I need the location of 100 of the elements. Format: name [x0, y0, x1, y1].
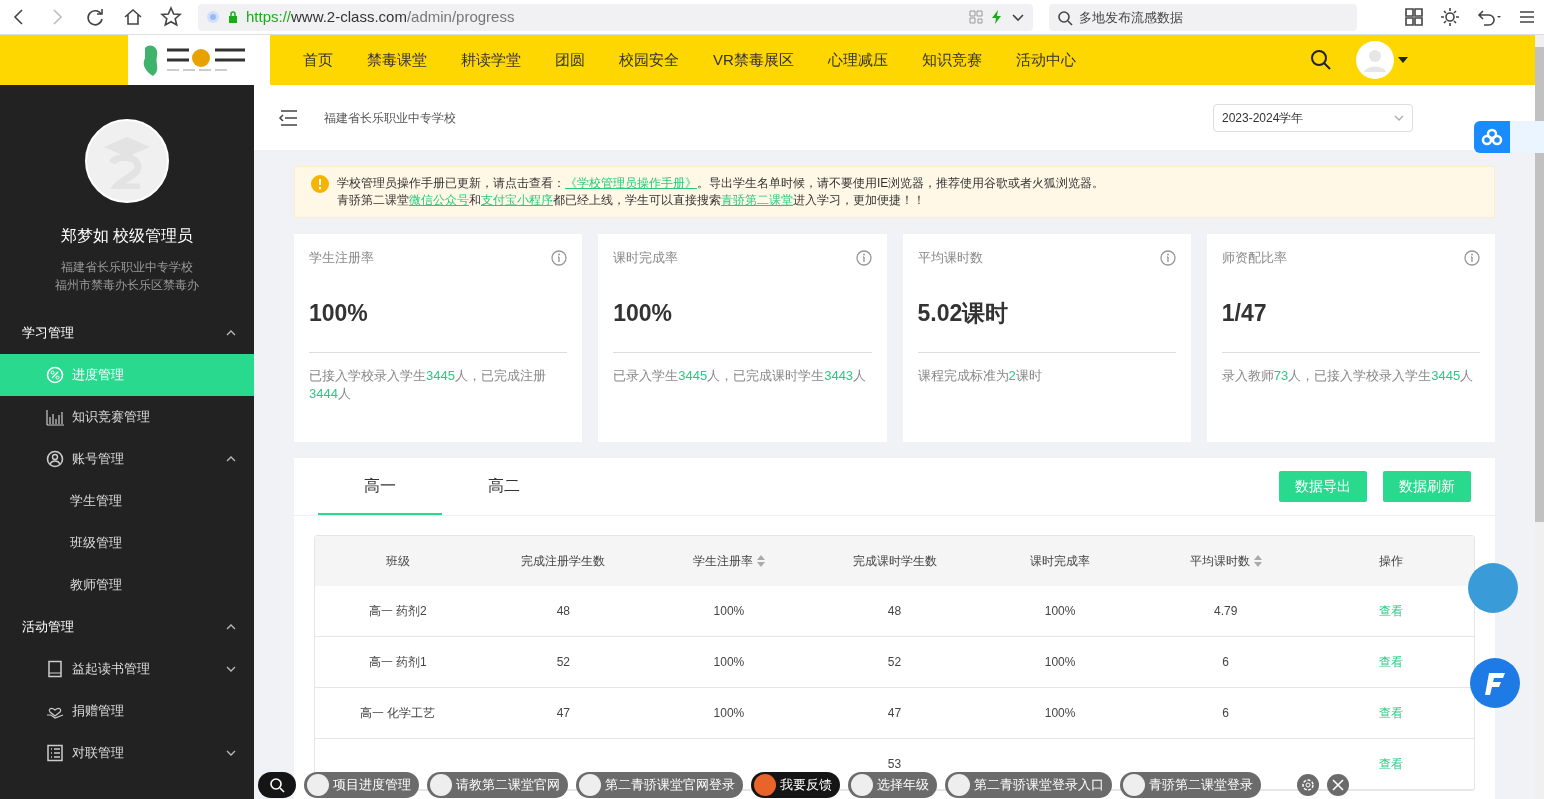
shortcut-chip[interactable]: 我要反馈: [751, 772, 840, 798]
grade-tab[interactable]: 高一: [318, 458, 442, 515]
menu-item[interactable]: 益起读书管理: [0, 648, 254, 690]
site-logo[interactable]: [128, 35, 270, 85]
menu-item[interactable]: 对联管理: [0, 732, 254, 774]
table-cell: 52: [887, 655, 902, 669]
profile-name: 郑梦如 校级管理员: [60, 226, 194, 246]
search-icon[interactable]: [1310, 49, 1332, 71]
nav-link[interactable]: 首页: [286, 48, 350, 72]
chevron-down-icon: [1394, 114, 1404, 121]
site-icon: [206, 10, 220, 24]
profile-detail: 福州市禁毒办长乐区禁毒办: [55, 277, 199, 294]
thumbnail-icon: [307, 774, 329, 796]
table-cell: 100%: [713, 655, 745, 669]
table-cell: 47: [887, 706, 902, 720]
user-circle-icon: [46, 450, 64, 468]
info-icon[interactable]: [551, 249, 568, 266]
thumbnail-icon: [579, 774, 601, 796]
menu-section[interactable]: 活动管理: [0, 606, 254, 648]
menu-item[interactable]: 知识竞赛管理: [0, 396, 254, 438]
caret-icon[interactable]: [1398, 57, 1408, 63]
column-header: 学生注册率: [692, 553, 753, 570]
grid-icon[interactable]: [1404, 7, 1424, 27]
table-cell: 高一 药剂1: [368, 655, 427, 669]
table-cell: 100%: [1044, 604, 1076, 618]
support-avatar[interactable]: [1468, 563, 1518, 613]
column-header: 完成注册学生数: [521, 553, 606, 570]
table-cell: 100%: [1044, 706, 1076, 720]
table-cell: 6: [1222, 706, 1229, 720]
table-cell: 52: [556, 655, 571, 669]
menu-icon[interactable]: [1518, 8, 1536, 26]
close-icon: [1332, 779, 1344, 791]
home-icon[interactable]: [122, 6, 144, 28]
column-header: 操作: [1379, 553, 1404, 570]
stat-title: 课时完成率: [613, 249, 679, 267]
url-text: https://www.2-class.com/admin/progress: [246, 6, 515, 27]
menu-item[interactable]: 账号管理: [0, 438, 254, 480]
lightning-icon[interactable]: [991, 10, 1003, 24]
menu-section[interactable]: 学习管理: [0, 312, 254, 354]
undo-icon[interactable]: [1476, 7, 1502, 27]
star-icon[interactable]: [160, 6, 182, 28]
year-select[interactable]: 2023-2024学年: [1213, 103, 1413, 132]
list-icon: [46, 744, 64, 762]
column-header: 课时完成率: [1030, 553, 1091, 570]
stat-value: 5.02课时: [917, 298, 1010, 328]
shortcut-chip[interactable]: 项目进度管理: [304, 772, 419, 798]
grade-tab[interactable]: 高二: [442, 458, 566, 515]
collapse-menu-icon[interactable]: [278, 109, 298, 126]
menu-item[interactable]: 班级管理: [0, 522, 254, 564]
nav-link[interactable]: VR禁毒展区: [696, 48, 811, 72]
table-cell: 6: [1222, 655, 1229, 669]
percent-circle-icon: [46, 366, 64, 384]
thumbnail-icon: [851, 774, 873, 796]
stat-value: 1/47: [1221, 298, 1268, 328]
table-cell: 48: [887, 604, 902, 618]
nav-link[interactable]: 团圆: [538, 48, 602, 72]
thumbnail-icon: [948, 774, 970, 796]
profile-detail: 福建省长乐职业中专学校: [60, 259, 194, 276]
menu-item[interactable]: 教师管理: [0, 564, 254, 606]
nav-link[interactable]: 校园安全: [602, 48, 696, 72]
bar-chart-icon: [46, 408, 64, 426]
info-icon[interactable]: [855, 249, 872, 266]
shortcut-chip[interactable]: 第二青骄课堂登录入口: [945, 772, 1112, 798]
shortcut-chip[interactable]: 请教第二课堂官网: [427, 772, 568, 798]
table-cell: 高一 化学工艺: [360, 706, 436, 720]
nav-link[interactable]: 活动中心: [998, 48, 1093, 72]
nav-link[interactable]: 知识竞赛: [904, 48, 999, 72]
address-bar[interactable]: https://www.2-class.com/admin/progress: [198, 3, 1033, 31]
brightness-icon[interactable]: [1440, 7, 1460, 27]
shortcut-chip[interactable]: 选择年级: [848, 772, 937, 798]
menu-item[interactable]: 捐赠管理: [0, 690, 254, 732]
search-icon: [1057, 9, 1073, 26]
search-button[interactable]: [258, 772, 296, 798]
info-icon[interactable]: [1464, 249, 1480, 266]
settings-icon: [1301, 778, 1315, 792]
table-cell: 100%: [713, 604, 745, 618]
scrollbar-thumb[interactable]: [1535, 47, 1544, 522]
book-icon: [46, 660, 64, 678]
table-cell: 53: [887, 757, 902, 771]
chevron-up-icon: [226, 330, 236, 336]
shortcut-chip[interactable]: 第二青骄课堂官网登录: [576, 772, 743, 798]
thumbnail-icon: [1123, 774, 1145, 796]
notice-text: 学校管理员操作手册已更新，请点击查看：《学校管理员操作手册》。导出学生名单时候，请不要使用IE浏览器，推荐使用谷歌或者火狐浏览器。: [337, 175, 1105, 192]
shortcut-chip[interactable]: 青骄第二课堂登录: [1120, 772, 1261, 798]
nav-link[interactable]: 耕读学堂: [444, 48, 538, 72]
stat-title: 学生注册率: [309, 249, 374, 267]
info-icon[interactable]: [1159, 249, 1176, 266]
nav-link[interactable]: 心理减压: [810, 48, 905, 72]
search-icon: [269, 777, 285, 793]
cloud-side-tab[interactable]: [1474, 121, 1544, 153]
search-field[interactable]: 多地发布流感数据: [1049, 3, 1357, 31]
cloud-icon: [1481, 128, 1503, 146]
menu-item[interactable]: 学生管理: [0, 480, 254, 522]
stat-description: 录入教师73人，已接入学校录入学生3445人: [1221, 367, 1475, 385]
warning-icon: [311, 175, 329, 193]
app-logo-button[interactable]: [1470, 658, 1520, 708]
chevron-down-icon: [226, 666, 236, 672]
chevron-up-icon: [226, 624, 236, 630]
reload-icon[interactable]: [84, 6, 106, 28]
nav-link[interactable]: 禁毒课堂: [350, 48, 444, 72]
